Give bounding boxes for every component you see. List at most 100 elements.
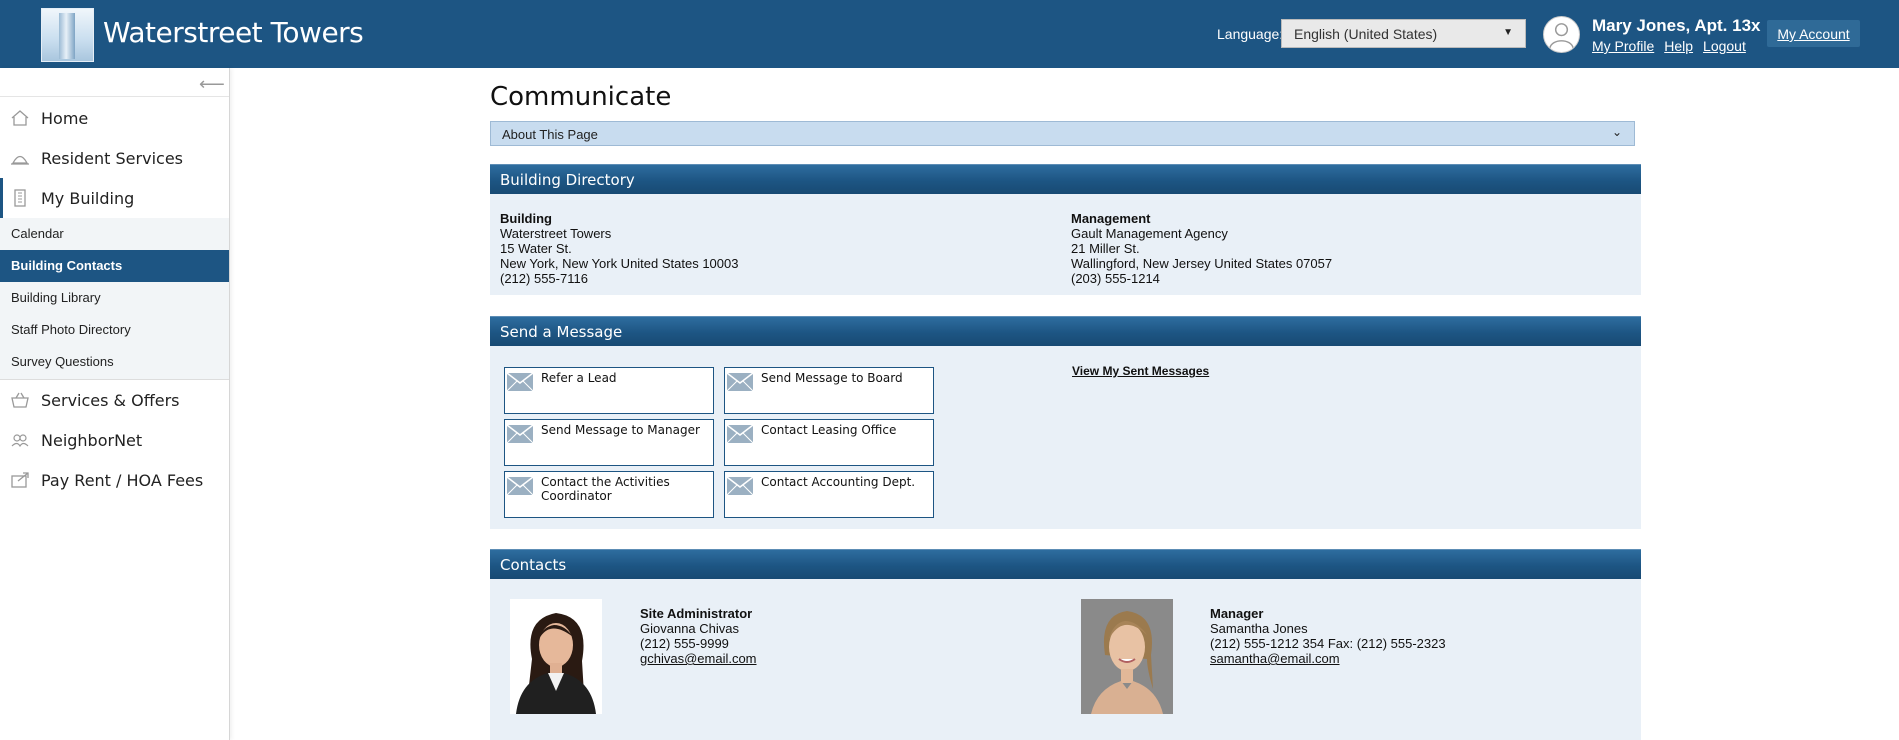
my-account-button[interactable]: My Account (1767, 20, 1860, 47)
page-title: Communicate (490, 82, 672, 112)
subnav-item-label: Building Contacts (11, 258, 123, 273)
contact-name: Giovanna Chivas (640, 621, 739, 636)
user-links: My Profile Help Logout (1592, 38, 1756, 54)
contact-name: Samantha Jones (1210, 621, 1308, 636)
button-label: Send Message to Board (761, 371, 903, 385)
contact-accounting-dept-button[interactable]: Contact Accounting Dept. (724, 471, 934, 518)
subnav-item-label: Survey Questions (11, 354, 114, 369)
subnav-item-label: Calendar (11, 226, 64, 241)
my-profile-link[interactable]: My Profile (1592, 38, 1654, 54)
dropdown-arrow-icon: ▼ (1503, 27, 1513, 38)
sidebar-item-home[interactable]: Home (0, 98, 229, 138)
management-street: 21 Miller St. (1071, 241, 1140, 256)
about-label: About This Page (502, 127, 598, 142)
subnav-item-calendar[interactable]: Calendar (0, 218, 229, 250)
subnav-item-building-library[interactable]: Building Library (0, 282, 229, 314)
home-icon (11, 110, 29, 126)
contacts-header: Contacts (490, 549, 1641, 579)
subnav-item-label: Building Library (11, 290, 101, 305)
refer-a-lead-button[interactable]: Refer a Lead (504, 367, 714, 414)
arrow-left-icon[interactable]: ⟵ (199, 74, 225, 95)
help-link[interactable]: Help (1664, 38, 1693, 54)
subnav-item-building-contacts[interactable]: Building Contacts (0, 250, 229, 282)
building-name: Waterstreet Towers (500, 226, 612, 241)
sidebar-item-neighbornet[interactable]: NeighborNet (0, 420, 229, 460)
building-directory-body: Building Waterstreet Towers 15 Water St.… (490, 194, 1641, 295)
management-address: Management Gault Management Agency 21 Mi… (1071, 211, 1332, 286)
building-street: 15 Water St. (500, 241, 572, 256)
contact-activities-coordinator-button[interactable]: Contact the Activities Coordinator (504, 471, 714, 518)
contact-email-link[interactable]: samantha@email.com (1210, 651, 1340, 666)
people-icon (11, 434, 29, 448)
contact-phone: (212) 555-1212 354 Fax: (212) 555-2323 (1210, 636, 1446, 651)
user-avatar-icon[interactable] (1543, 16, 1580, 53)
building-heading: Building (500, 211, 552, 226)
site-administrator-contact: Site Administrator Giovanna Chivas (212)… (640, 606, 757, 666)
envelope-icon (727, 373, 753, 391)
sidebar: ⟵ Home Resident Services My Building Cal… (0, 68, 230, 740)
building-logo[interactable] (41, 8, 94, 62)
logout-link[interactable]: Logout (1703, 38, 1746, 54)
send-message-to-manager-button[interactable]: Send Message to Manager (504, 419, 714, 466)
send-message-to-board-button[interactable]: Send Message to Board (724, 367, 934, 414)
button-label: Refer a Lead (541, 371, 617, 385)
building-city: New York, New York United States 10003 (500, 256, 739, 271)
section-title: Contacts (500, 556, 567, 574)
section-title: Send a Message (500, 323, 623, 341)
user-name: Mary Jones, Apt. 13x (1592, 16, 1761, 35)
send-message-header: Send a Message (490, 316, 1641, 346)
basket-icon (11, 392, 29, 408)
management-heading: Management (1071, 211, 1151, 226)
site-title[interactable]: Waterstreet Towers (103, 16, 364, 49)
management-name: Gault Management Agency (1071, 226, 1228, 241)
contact-role: Manager (1210, 606, 1264, 621)
about-this-page-accordion[interactable]: About This Page ⌄ (490, 121, 1635, 146)
management-phone: (203) 555-1214 (1071, 271, 1160, 286)
top-header-bar: Waterstreet Towers Language: English (Un… (0, 0, 1899, 68)
building-phone: (212) 555-7116 (500, 271, 588, 286)
section-title: Building Directory (500, 171, 635, 189)
sidebar-item-services-offers[interactable]: Services & Offers (0, 380, 229, 420)
contact-email-link[interactable]: gchivas@email.com (640, 651, 757, 666)
subnav-item-label: Staff Photo Directory (11, 322, 131, 337)
concierge-bell-icon (11, 155, 29, 165)
button-label: Contact the Activities Coordinator (541, 475, 670, 503)
button-label: Send Message to Manager (541, 423, 700, 437)
envelope-icon (507, 425, 533, 443)
envelope-icon (507, 373, 533, 391)
sidebar-item-label: Services & Offers (41, 391, 180, 410)
envelope-icon (507, 477, 533, 495)
contact-leasing-office-button[interactable]: Contact Leasing Office (724, 419, 934, 466)
management-city: Wallingford, New Jersey United States 07… (1071, 256, 1333, 271)
sidebar-item-my-building[interactable]: My Building (0, 178, 229, 219)
manager-photo (1081, 599, 1173, 714)
button-label: Contact Accounting Dept. (761, 475, 916, 489)
sidebar-item-label: Resident Services (41, 149, 183, 168)
payment-icon (11, 472, 29, 488)
subnav-item-survey-questions[interactable]: Survey Questions (0, 346, 229, 378)
contact-phone: (212) 555-9999 (640, 636, 729, 651)
sidebar-item-pay-rent[interactable]: Pay Rent / HOA Fees (0, 460, 229, 500)
envelope-icon (727, 477, 753, 495)
sidebar-item-label: Home (41, 109, 89, 128)
manager-contact: Manager Samantha Jones (212) 555-1212 35… (1210, 606, 1446, 666)
language-label: Language: (1217, 26, 1284, 42)
building-directory-header: Building Directory (490, 164, 1641, 194)
sidebar-item-resident-services[interactable]: Resident Services (0, 138, 229, 178)
view-sent-messages-link[interactable]: View My Sent Messages (1072, 364, 1209, 378)
sidebar-item-label: Pay Rent / HOA Fees (41, 471, 204, 490)
contact-role: Site Administrator (640, 606, 753, 621)
building-icon (14, 189, 26, 207)
sidebar-item-label: NeighborNet (41, 431, 143, 450)
site-administrator-photo (510, 599, 602, 714)
button-label: Contact Leasing Office (761, 423, 897, 437)
sidebar-divider (0, 96, 229, 97)
building-address: Building Waterstreet Towers 15 Water St.… (500, 211, 738, 286)
language-select-value: English (United States) (1294, 26, 1438, 42)
subnav-item-staff-photo-directory[interactable]: Staff Photo Directory (0, 314, 229, 346)
my-building-submenu: Calendar Building Contacts Building Libr… (0, 218, 229, 380)
sidebar-item-label: My Building (41, 189, 135, 208)
chevron-down-icon: ⌄ (1611, 125, 1622, 139)
language-select[interactable]: English (United States) ▼ (1281, 19, 1526, 48)
envelope-icon (727, 425, 753, 443)
